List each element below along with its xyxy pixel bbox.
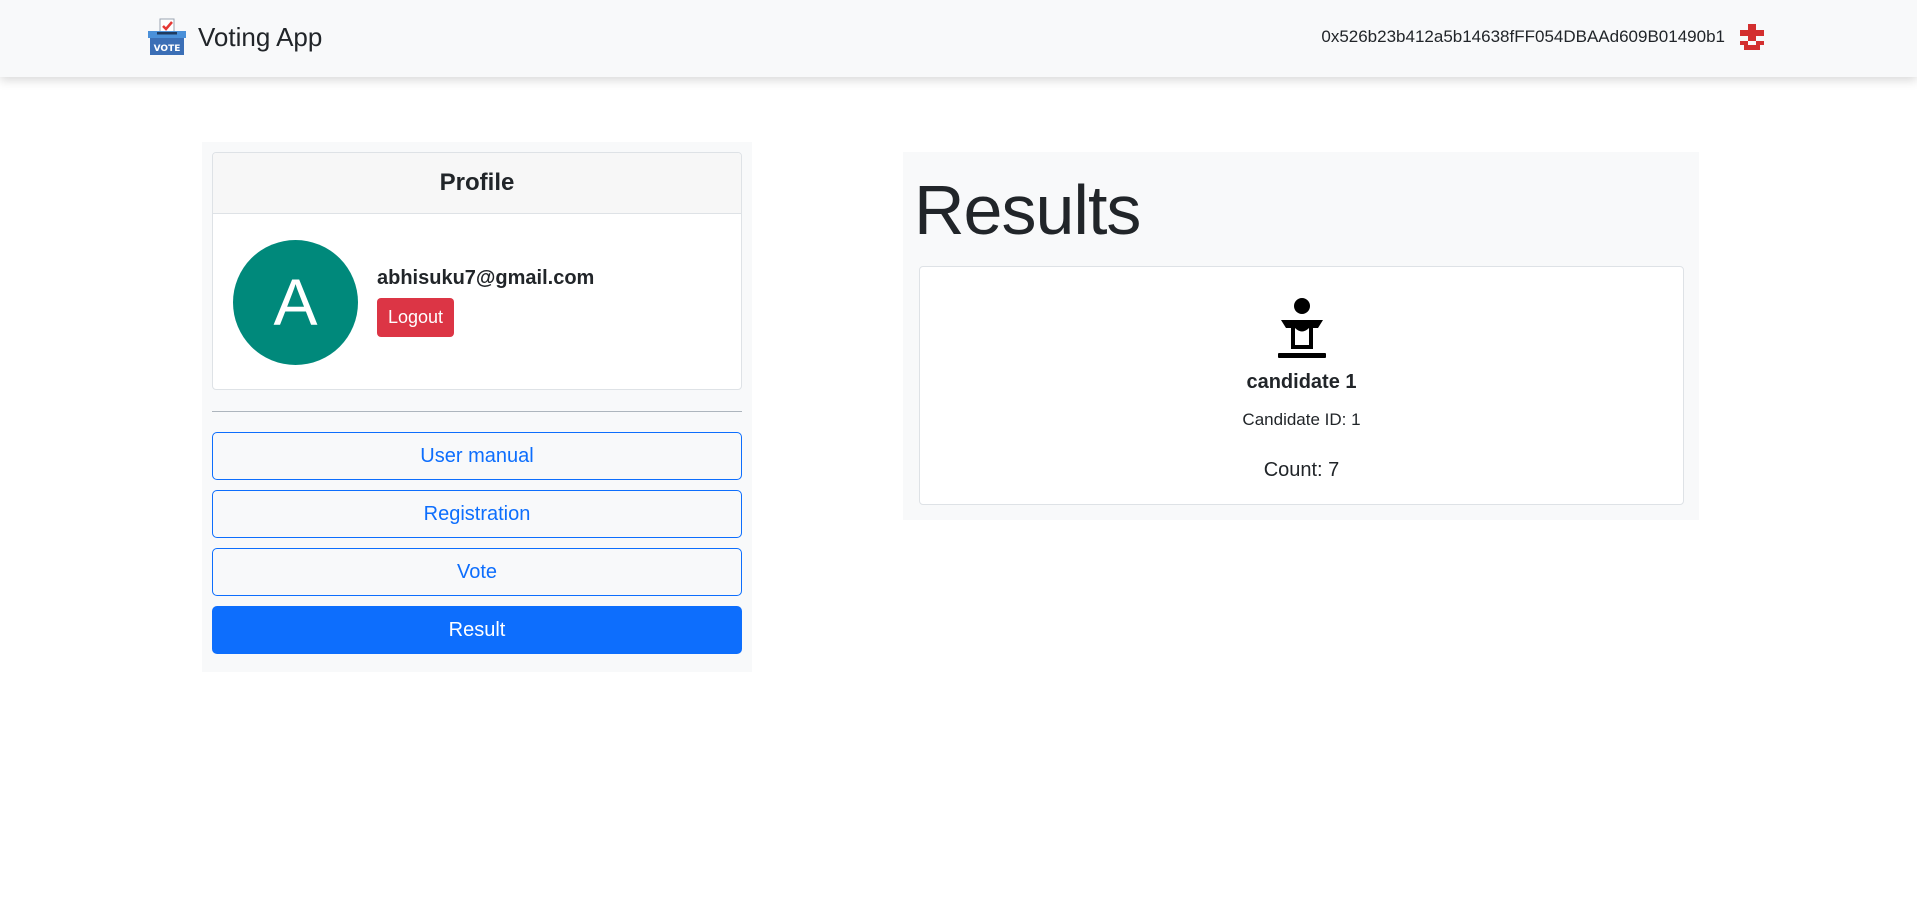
avatar: A <box>233 239 358 365</box>
vote-ballot-box-icon: VOTE <box>148 18 186 55</box>
profile-body: A abhisuku7@gmail.com Logout <box>213 214 741 389</box>
account-address: 0x526b23b412a5b14638fFF054DBAAd609B01490… <box>1321 27 1725 46</box>
nav-result-button[interactable]: Result <box>212 606 742 654</box>
top-navbar: VOTE Voting App 0x526b23b412a5b14638fFF0… <box>0 0 1917 77</box>
profile-header: Profile <box>213 153 741 214</box>
results-panel: Results candidate 1 Candidate ID: 1 Coun… <box>903 152 1699 520</box>
brand-title: Voting App <box>198 21 323 52</box>
nav-registration-button[interactable]: Registration <box>212 490 742 538</box>
profile-info: abhisuku7@gmail.com Logout <box>377 267 594 337</box>
results-title: Results <box>914 171 1141 249</box>
logout-button[interactable]: Logout <box>377 298 455 337</box>
candidate-id: Candidate ID: 1 <box>1242 410 1361 429</box>
profile-card: Profile A abhisuku7@gmail.com Logout <box>212 152 742 390</box>
identicon-icon <box>1740 24 1764 50</box>
candidate-name: candidate 1 <box>1246 371 1357 393</box>
candidate-count: Count: 7 <box>1263 459 1340 481</box>
brand[interactable]: VOTE Voting App <box>147 17 322 57</box>
podium-speaker-icon <box>1278 298 1326 358</box>
profile-email: abhisuku7@gmail.com <box>377 267 595 289</box>
candidate-card: candidate 1 Candidate ID: 1 Count: 7 <box>919 266 1684 505</box>
sidebar: Profile A abhisuku7@gmail.com Logout Use… <box>202 142 752 672</box>
svg-text:VOTE: VOTE <box>154 44 181 54</box>
account-info: 0x526b23b412a5b14638fFF054DBAAd609B01490… <box>1321 22 1767 52</box>
nav-user-manual-button[interactable]: User manual <box>212 432 742 480</box>
nav-vote-button[interactable]: Vote <box>212 548 742 596</box>
divider <box>212 411 742 412</box>
